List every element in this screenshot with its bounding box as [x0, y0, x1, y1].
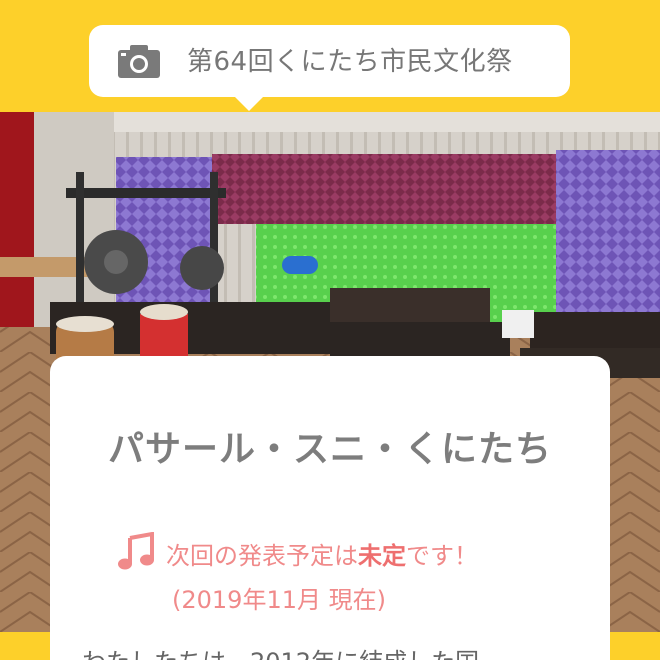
notice-suffix: です！	[406, 542, 478, 570]
photo-caption-bubble: 第64回くにたち市民文化祭	[89, 25, 570, 111]
music-note-icon	[118, 532, 154, 570]
group-info-card: パサール・スニ・くにたち 次回の発表予定は未定です！ (2019年11月 現在)…	[50, 356, 610, 660]
notice-date: (2019年11月 現在)	[172, 586, 386, 614]
caption-text: 第64回くにたち市民文化祭	[187, 47, 513, 77]
group-name-title: パサール・スニ・くにたち	[107, 429, 552, 470]
group-description: わたしたちは、2012年に結成した国	[82, 642, 592, 660]
camera-icon	[118, 45, 160, 78]
notice-prefix: 次回の発表予定は	[166, 542, 358, 570]
notice-line: 次回の発表予定は未定です！	[166, 536, 606, 571]
notice-emphasis: 未定	[358, 542, 406, 570]
